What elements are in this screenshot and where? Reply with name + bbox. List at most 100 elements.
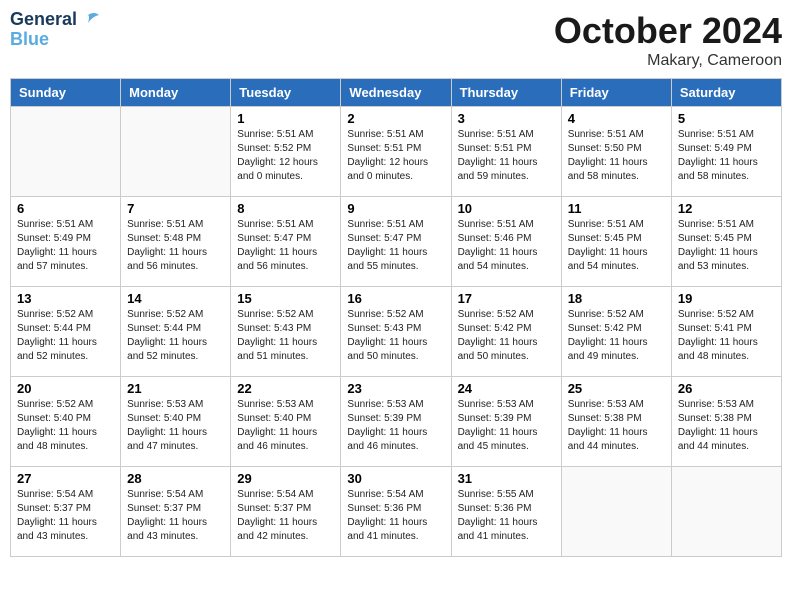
day-number: 23 (347, 381, 444, 396)
calendar-table: Sunday Monday Tuesday Wednesday Thursday… (10, 78, 782, 557)
day-info: Sunrise: 5:54 AMSunset: 5:37 PMDaylight:… (17, 488, 114, 544)
day-info: Sunrise: 5:52 AMSunset: 5:44 PMDaylight:… (127, 308, 224, 364)
calendar-cell: 22 Sunrise: 5:53 AMSunset: 5:40 PMDayligh… (231, 377, 341, 467)
calendar-week-4: 20 Sunrise: 5:52 AMSunset: 5:40 PMDayligh… (11, 377, 782, 467)
day-number: 17 (458, 291, 555, 306)
day-info: Sunrise: 5:51 AMSunset: 5:51 PMDaylight:… (458, 128, 555, 184)
day-info: Sunrise: 5:51 AMSunset: 5:46 PMDaylight:… (458, 218, 555, 274)
calendar-cell: 1Sunrise: 5:51 AMSunset: 5:52 PMDaylight… (231, 107, 341, 197)
day-info: Sunrise: 5:52 AMSunset: 5:43 PMDaylight:… (347, 308, 444, 364)
calendar-cell: 8 Sunrise: 5:51 AMSunset: 5:47 PMDaylight… (231, 197, 341, 287)
day-number: 19 (678, 291, 775, 306)
calendar-cell: 13 Sunrise: 5:52 AMSunset: 5:44 PMDayligh… (11, 287, 121, 377)
calendar-cell: 15Sunrise: 5:52 AMSunset: 5:43 PMDayligh… (231, 287, 341, 377)
day-number: 7 (127, 201, 224, 216)
day-info: Sunrise: 5:53 AMSunset: 5:40 PMDaylight:… (237, 398, 334, 454)
header-thursday: Thursday (451, 79, 561, 107)
calendar-cell: 12 Sunrise: 5:51 AMSunset: 5:45 PMDayligh… (671, 197, 781, 287)
calendar-cell: 6 Sunrise: 5:51 AMSunset: 5:49 PMDaylight… (11, 197, 121, 287)
day-info: Sunrise: 5:52 AMSunset: 5:41 PMDaylight:… (678, 308, 775, 364)
day-number: 20 (17, 381, 114, 396)
calendar-cell: 30Sunrise: 5:54 AMSunset: 5:36 PMDayligh… (341, 467, 451, 557)
day-number: 24 (458, 381, 555, 396)
calendar-cell (671, 467, 781, 557)
calendar-cell: 21Sunrise: 5:53 AMSunset: 5:40 PMDayligh… (121, 377, 231, 467)
day-info: Sunrise: 5:52 AMSunset: 5:42 PMDaylight:… (568, 308, 665, 364)
calendar-cell: 10 Sunrise: 5:51 AMSunset: 5:46 PMDayligh… (451, 197, 561, 287)
logo-general-text: General (10, 10, 77, 30)
day-info: Sunrise: 5:51 AMSunset: 5:49 PMDaylight:… (17, 218, 114, 274)
day-info: Sunrise: 5:54 AMSunset: 5:37 PMDaylight:… (237, 488, 334, 544)
calendar-cell: 29 Sunrise: 5:54 AMSunset: 5:37 PMDayligh… (231, 467, 341, 557)
calendar-cell: 5Sunrise: 5:51 AMSunset: 5:49 PMDaylight… (671, 107, 781, 197)
day-info: Sunrise: 5:51 AMSunset: 5:45 PMDaylight:… (568, 218, 665, 274)
logo-bird-icon (77, 11, 99, 29)
day-number: 6 (17, 201, 114, 216)
calendar-cell: 26Sunrise: 5:53 AMSunset: 5:38 PMDayligh… (671, 377, 781, 467)
calendar-cell: 25 Sunrise: 5:53 AMSunset: 5:38 PMDayligh… (561, 377, 671, 467)
calendar-cell: 24Sunrise: 5:53 AMSunset: 5:39 PMDayligh… (451, 377, 561, 467)
day-info: Sunrise: 5:53 AMSunset: 5:39 PMDaylight:… (347, 398, 444, 454)
calendar-cell: 19 Sunrise: 5:52 AMSunset: 5:41 PMDayligh… (671, 287, 781, 377)
calendar-header-row: Sunday Monday Tuesday Wednesday Thursday… (11, 79, 782, 107)
day-number: 10 (458, 201, 555, 216)
day-info: Sunrise: 5:52 AMSunset: 5:40 PMDaylight:… (17, 398, 114, 454)
day-info: Sunrise: 5:54 AMSunset: 5:36 PMDaylight:… (347, 488, 444, 544)
day-info: Sunrise: 5:52 AMSunset: 5:44 PMDaylight:… (17, 308, 114, 364)
calendar-cell (11, 107, 121, 197)
day-number: 25 (568, 381, 665, 396)
day-info: Sunrise: 5:53 AMSunset: 5:38 PMDaylight:… (568, 398, 665, 454)
day-info: Sunrise: 5:51 AMSunset: 5:50 PMDaylight:… (568, 128, 665, 184)
logo: General Blue (10, 10, 99, 50)
header-saturday: Saturday (671, 79, 781, 107)
day-info: Sunrise: 5:54 AMSunset: 5:37 PMDaylight:… (127, 488, 224, 544)
month-title: October 2024 (554, 10, 782, 52)
calendar-cell: 27 Sunrise: 5:54 AMSunset: 5:37 PMDayligh… (11, 467, 121, 557)
header-monday: Monday (121, 79, 231, 107)
day-info: Sunrise: 5:51 AMSunset: 5:45 PMDaylight:… (678, 218, 775, 274)
calendar-cell: 28 Sunrise: 5:54 AMSunset: 5:37 PMDayligh… (121, 467, 231, 557)
calendar-cell (561, 467, 671, 557)
page-header: General Blue October 2024 Makary, Camero… (10, 10, 782, 70)
day-number: 16 (347, 291, 444, 306)
calendar-cell: 18Sunrise: 5:52 AMSunset: 5:42 PMDayligh… (561, 287, 671, 377)
day-number: 9 (347, 201, 444, 216)
day-number: 4 (568, 111, 665, 126)
calendar-cell: 16 Sunrise: 5:52 AMSunset: 5:43 PMDayligh… (341, 287, 451, 377)
header-friday: Friday (561, 79, 671, 107)
logo-blue-text: Blue (10, 29, 49, 49)
calendar-cell: 31 Sunrise: 5:55 AMSunset: 5:36 PMDayligh… (451, 467, 561, 557)
day-number: 31 (458, 471, 555, 486)
day-number: 12 (678, 201, 775, 216)
day-number: 3 (458, 111, 555, 126)
day-number: 22 (237, 381, 334, 396)
day-number: 14 (127, 291, 224, 306)
day-number: 15 (237, 291, 334, 306)
calendar-cell: 11 Sunrise: 5:51 AMSunset: 5:45 PMDayligh… (561, 197, 671, 287)
day-info: Sunrise: 5:52 AMSunset: 5:42 PMDaylight:… (458, 308, 555, 364)
day-number: 29 (237, 471, 334, 486)
day-info: Sunrise: 5:51 AMSunset: 5:47 PMDaylight:… (237, 218, 334, 274)
calendar-cell (121, 107, 231, 197)
calendar-cell: 14 Sunrise: 5:52 AMSunset: 5:44 PMDayligh… (121, 287, 231, 377)
header-tuesday: Tuesday (231, 79, 341, 107)
day-number: 8 (237, 201, 334, 216)
day-number: 27 (17, 471, 114, 486)
day-info: Sunrise: 5:51 AMSunset: 5:51 PMDaylight:… (347, 128, 444, 184)
day-info: Sunrise: 5:53 AMSunset: 5:38 PMDaylight:… (678, 398, 775, 454)
day-info: Sunrise: 5:51 AMSunset: 5:48 PMDaylight:… (127, 218, 224, 274)
calendar-week-5: 27 Sunrise: 5:54 AMSunset: 5:37 PMDayligh… (11, 467, 782, 557)
title-block: October 2024 Makary, Cameroon (554, 10, 782, 70)
day-info: Sunrise: 5:55 AMSunset: 5:36 PMDaylight:… (458, 488, 555, 544)
day-info: Sunrise: 5:51 AMSunset: 5:47 PMDaylight:… (347, 218, 444, 274)
day-number: 11 (568, 201, 665, 216)
day-number: 5 (678, 111, 775, 126)
header-wednesday: Wednesday (341, 79, 451, 107)
calendar-cell: 23 Sunrise: 5:53 AMSunset: 5:39 PMDayligh… (341, 377, 451, 467)
day-number: 13 (17, 291, 114, 306)
header-sunday: Sunday (11, 79, 121, 107)
day-number: 28 (127, 471, 224, 486)
logo-container: General Blue (10, 10, 99, 50)
calendar-week-1: 1Sunrise: 5:51 AMSunset: 5:52 PMDaylight… (11, 107, 782, 197)
day-number: 1 (237, 111, 334, 126)
